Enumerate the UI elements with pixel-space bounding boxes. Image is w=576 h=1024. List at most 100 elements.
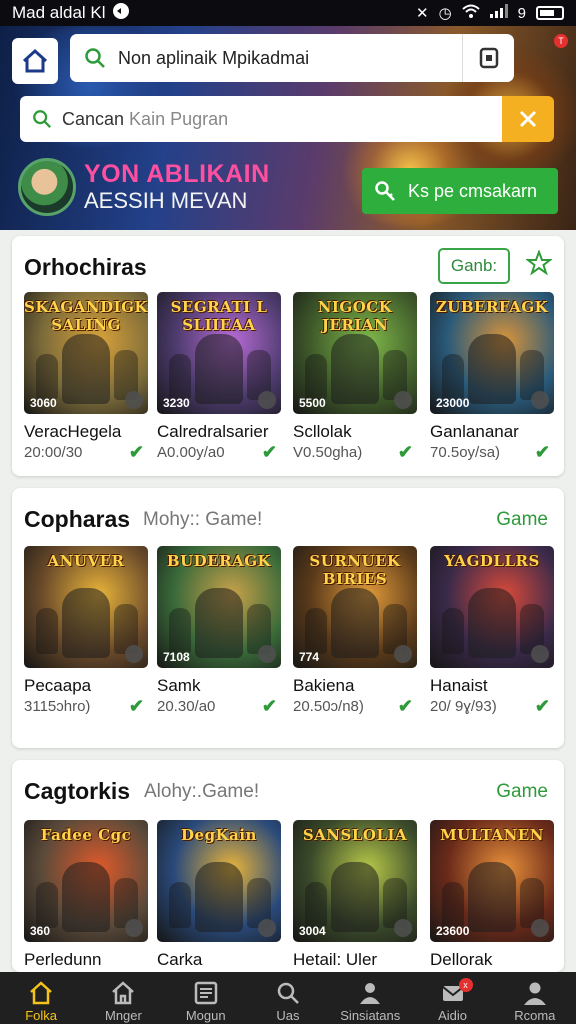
nav-item-label: Aidio — [438, 1008, 467, 1023]
game-thumbnail[interactable]: BUDERAGK 7108 — [157, 546, 281, 668]
character-figure — [468, 862, 516, 932]
game-card[interactable]: SANSLOLIA 3004 Hetail: Uler — [293, 820, 417, 970]
game-card[interactable]: NIGOCK JERIAN 5500 Scllolak V0.50gha) ✔ — [293, 292, 417, 462]
thumbnail-title: SURNUEK BIRIES — [309, 552, 401, 588]
thumbnail-title: YAGDLLRS — [444, 552, 540, 570]
profile-name: YON ABLIKAIN — [84, 160, 270, 188]
character-figure — [305, 882, 327, 928]
character-figure — [305, 354, 327, 400]
game-card[interactable]: ANUVER Pecaapa 3115ɔhro) ✔ — [24, 546, 148, 716]
thumbnail-count: 3004 — [299, 924, 326, 938]
cta-button[interactable]: Ks pe cmsakarn — [362, 168, 558, 214]
scan-icon — [479, 47, 498, 69]
download-icon[interactable] — [394, 645, 412, 663]
nav-item-person[interactable]: Sinsiatans — [338, 978, 402, 1023]
game-thumbnail[interactable]: SURNUEK BIRIES 774 — [293, 546, 417, 668]
game-thumbnail[interactable]: MULTANEN 23600 — [430, 820, 554, 942]
download-icon[interactable] — [125, 645, 143, 663]
scan-button[interactable] — [462, 34, 514, 82]
person-icon — [338, 978, 402, 1008]
download-icon[interactable] — [531, 919, 549, 937]
home-icon — [22, 48, 48, 73]
nav-item-label: Sinsiatans — [340, 1008, 401, 1023]
download-icon[interactable] — [394, 391, 412, 409]
character-figure — [62, 334, 110, 404]
section-filter-button[interactable]: Ganb: — [438, 248, 510, 284]
download-icon[interactable] — [531, 391, 549, 409]
game-name: Perledunn — [24, 950, 102, 969]
favorite-star-icon[interactable] — [525, 249, 553, 281]
download-icon[interactable] — [394, 919, 412, 937]
download-icon[interactable] — [125, 919, 143, 937]
section-action-link[interactable]: Game — [496, 781, 548, 803]
thumbnail-count: 3230 — [163, 396, 190, 410]
character-figure — [195, 334, 243, 404]
check-icon: ✔ — [534, 696, 550, 716]
section-action-link[interactable]: Game — [496, 509, 548, 531]
game-thumbnail[interactable]: NIGOCK JERIAN 5500 — [293, 292, 417, 414]
nav-item-profile[interactable]: Rcoma — [503, 978, 567, 1023]
download-icon[interactable] — [125, 391, 143, 409]
game-section: Cagtorkis Alohy:.Game! Game Fadee Cgc 360 Per… — [12, 760, 564, 972]
search-input-secondary[interactable]: Cancan Kain Pugran — [20, 96, 502, 142]
clear-search-button[interactable] — [502, 96, 554, 142]
search-input-top[interactable]: Non aplinaik Mpikadmai — [70, 34, 514, 82]
game-name: VeracHegela — [24, 422, 122, 441]
download-icon[interactable] — [531, 645, 549, 663]
game-card[interactable]: MULTANEN 23600 Dellorak — [430, 820, 554, 970]
hero-header: Non aplinaik Mpikadmai T Cancan Kain Pug… — [0, 26, 576, 230]
key-icon — [375, 181, 395, 201]
character-figure — [169, 354, 191, 400]
check-icon: ✔ — [128, 696, 144, 716]
section-subtitle: Alohy:.Game! — [144, 781, 260, 802]
nav-item-search[interactable]: Uas — [256, 978, 320, 1023]
game-name: Hetail: Uler — [293, 950, 378, 969]
game-thumbnail[interactable]: SKAGANDIGK SALING 3060 — [24, 292, 148, 414]
game-card[interactable]: SEGRATI L SLIIEAA 3230 Calredralsarier A0.0… — [157, 292, 281, 462]
game-thumbnail[interactable]: SEGRATI L SLIIEAA 3230 — [157, 292, 281, 414]
check-icon: ✔ — [397, 696, 413, 716]
character-figure — [195, 862, 243, 932]
download-icon[interactable] — [258, 391, 276, 409]
thumbnail-count: 3060 — [30, 396, 57, 410]
avatar[interactable] — [18, 158, 76, 216]
character-figure — [169, 608, 191, 654]
game-name: Pecaapa — [24, 676, 92, 695]
home-button[interactable] — [12, 38, 58, 84]
game-card[interactable]: SURNUEK BIRIES 774 Bakiena 20.50ɔ/n8) ✔ — [293, 546, 417, 716]
nav-item-label: Rcoma — [514, 1008, 556, 1023]
game-thumbnail[interactable]: YAGDLLRS — [430, 546, 554, 668]
nav-item-home[interactable]: Folka — [9, 978, 73, 1023]
signal-count: 9 — [517, 4, 526, 22]
character-figure — [331, 334, 379, 404]
game-card[interactable]: Fadee Cgc 360 Perledunn — [24, 820, 148, 970]
section-title: Copharas — [24, 506, 131, 532]
character-figure — [305, 608, 327, 654]
nav-item-list[interactable]: Mogun — [174, 978, 238, 1023]
character-figure — [442, 354, 464, 400]
game-card[interactable]: SKAGANDIGK SALING 3060 VeracHegela 20:00/30… — [24, 292, 148, 462]
nav-item-store[interactable]: Mnger — [91, 978, 155, 1023]
game-thumbnail[interactable]: Fadee Cgc 360 — [24, 820, 148, 942]
game-card[interactable]: YAGDLLRS Hanaist 20/ 9ɣ/93) ✔ — [430, 546, 554, 716]
game-thumbnail[interactable]: ZUBERFAGK 23000 — [430, 292, 554, 414]
section-title: Orhochiras — [24, 254, 147, 280]
download-icon[interactable] — [258, 645, 276, 663]
nav-item-mail[interactable]: Aidio x — [421, 978, 485, 1023]
notification-icon — [112, 2, 130, 25]
check-icon: ✔ — [128, 442, 144, 462]
game-card[interactable]: BUDERAGK 7108 Samk 20.30/a0 ✔ — [157, 546, 281, 716]
game-thumbnail[interactable]: DegKain — [157, 820, 281, 942]
thumbnail-title: SANSLOLIA — [302, 826, 408, 844]
close-icon — [519, 110, 537, 128]
game-card[interactable]: ZUBERFAGK 23000 Ganlananar 70.5oy/sa) ✔ — [430, 292, 554, 462]
notification-badge[interactable]: T — [554, 34, 568, 48]
game-thumbnail[interactable]: ANUVER — [24, 546, 148, 668]
signal-icon — [489, 4, 508, 22]
game-thumbnail[interactable]: SANSLOLIA 3004 — [293, 820, 417, 942]
download-icon[interactable] — [258, 919, 276, 937]
wifi-icon — [461, 4, 480, 22]
thumbnail-title: ZUBERFAGK — [435, 298, 549, 316]
check-icon: ✔ — [261, 696, 277, 716]
game-card[interactable]: DegKain Carka — [157, 820, 281, 970]
